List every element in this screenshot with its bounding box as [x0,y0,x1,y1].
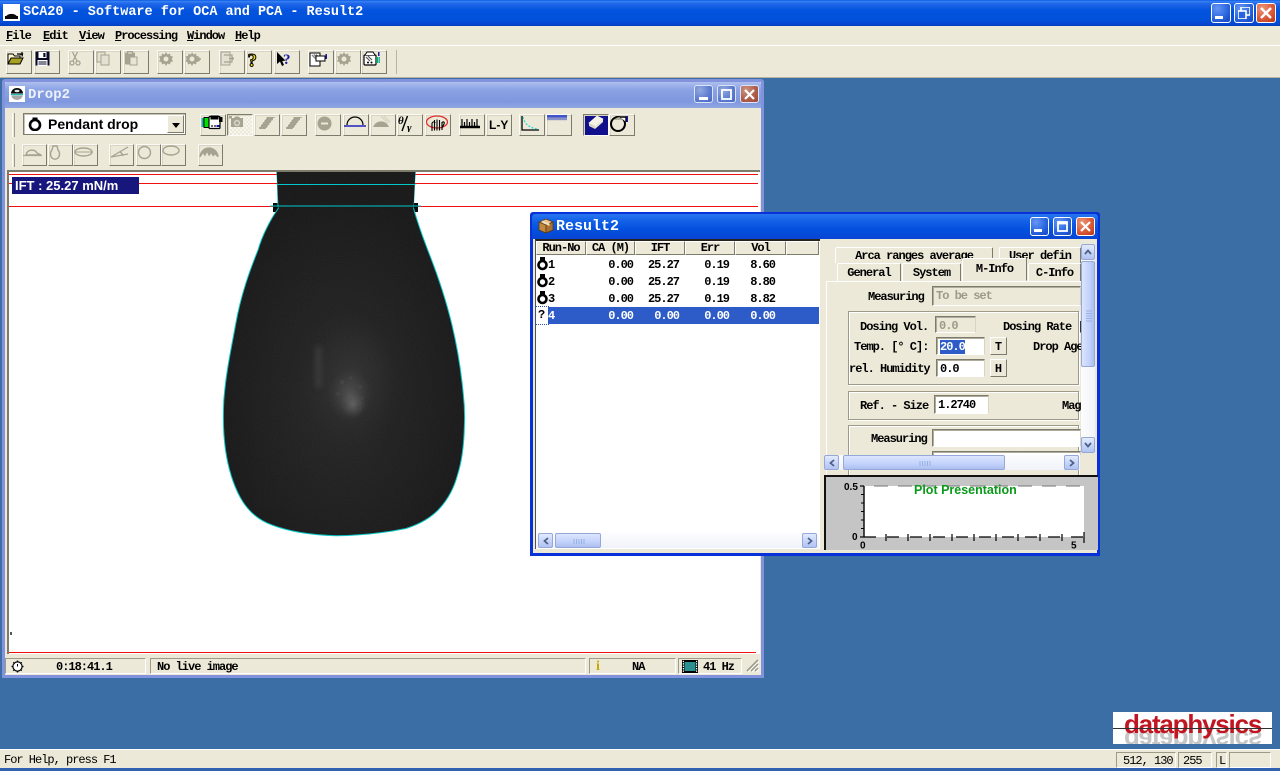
svg-text:?: ? [283,52,291,68]
svg-text:γ: γ [407,122,412,132]
svg-text:5: 5 [1071,541,1077,551]
svg-text:0.5: 0.5 [844,482,858,493]
svg-text:0: 0 [860,541,866,551]
svg-text:θ: θ [398,115,404,127]
svg-text:?: ? [248,51,258,70]
svg-text:0: 0 [852,532,858,543]
svg-text:Plot Presentation: Plot Presentation [914,483,1017,497]
